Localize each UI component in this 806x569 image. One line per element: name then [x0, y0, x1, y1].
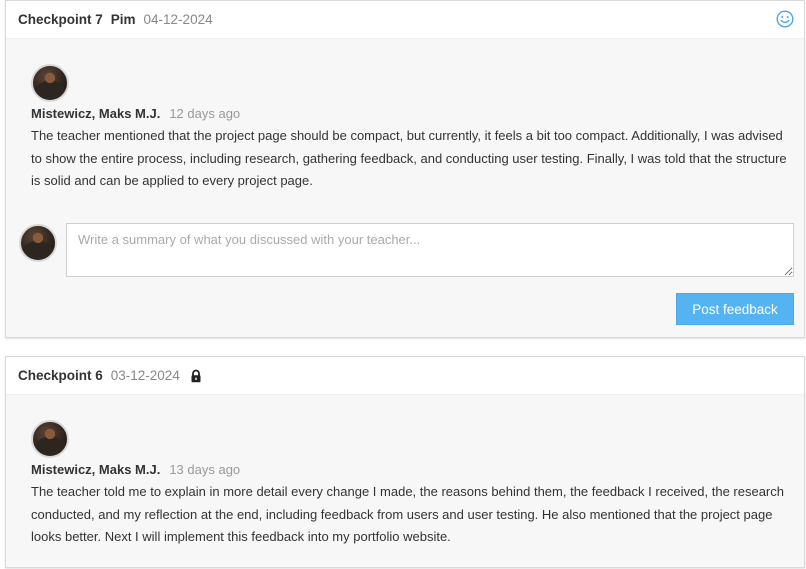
- lock-icon: [189, 369, 203, 383]
- checkpoint-date: 04-12-2024: [143, 12, 213, 27]
- smiley-icon[interactable]: [776, 10, 794, 28]
- avatar: [31, 420, 69, 458]
- comment-meta: Mistewicz, Maks M.J. 12 days ago: [31, 106, 240, 121]
- checkpoint-title: Checkpoint 7: [18, 12, 103, 27]
- checkpoint-card-6: Checkpoint 6 03-12-2024 Mistewicz, Maks …: [5, 356, 805, 568]
- comment-author: Mistewicz, Maks M.J.: [31, 462, 161, 477]
- post-feedback-button[interactable]: Post feedback: [676, 293, 794, 325]
- checkpoint-card-7: Checkpoint 7 Pim 04-12-2024 Mistewicz, M…: [5, 0, 805, 338]
- comment-author: Mistewicz, Maks M.J.: [31, 106, 161, 121]
- comment-time: 13 days ago: [169, 462, 241, 477]
- avatar: [31, 64, 69, 102]
- avatar: [19, 224, 57, 262]
- checkpoint-header: Checkpoint 6 03-12-2024: [6, 357, 804, 395]
- checkpoint-title: Checkpoint 6: [18, 368, 103, 383]
- teacher-name: Pim: [110, 12, 136, 27]
- comment-meta: Mistewicz, Maks M.J. 13 days ago: [31, 462, 240, 477]
- comment-text: The teacher mentioned that the project p…: [31, 128, 787, 188]
- checkpoint-header: Checkpoint 7 Pim 04-12-2024: [6, 1, 804, 39]
- comment-time: 12 days ago: [169, 106, 241, 121]
- summary-input[interactable]: [66, 223, 794, 277]
- checkpoint-date: 03-12-2024: [110, 368, 180, 383]
- comment-text: The teacher told me to explain in more d…: [31, 484, 784, 544]
